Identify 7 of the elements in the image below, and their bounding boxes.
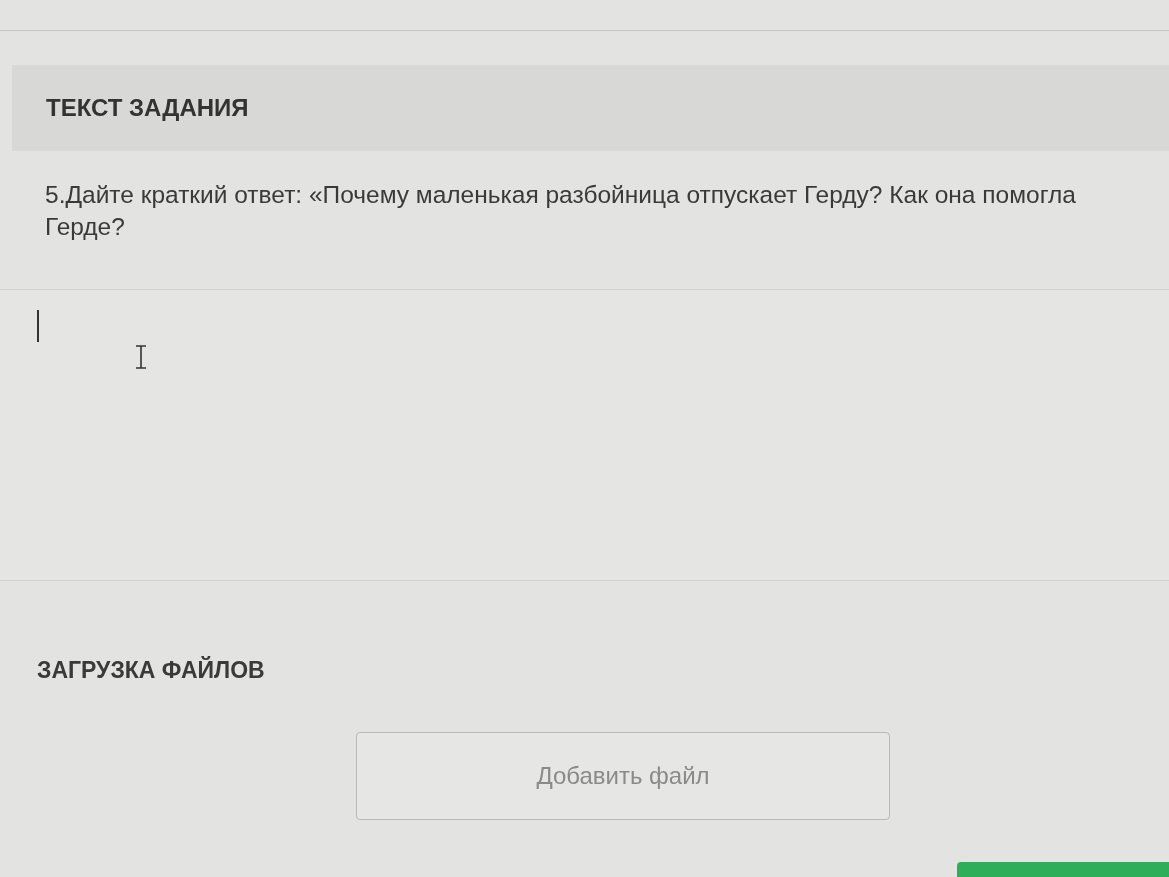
button[interactable]	[957, 862, 1169, 877]
section-title: ТЕКСТ ЗАДАНИЯ	[46, 94, 249, 122]
add-file-button[interactable]: Добавить файл	[356, 732, 890, 820]
answer-field[interactable]	[0, 289, 1169, 581]
text-cursor-icon	[135, 345, 147, 369]
question-text: 5.Дайте краткий ответ: «Почему маленькая разбойница отпускает Герду? Как она помогла Герде?	[45, 180, 1077, 242]
upload-title: ЗАГРУЗКА ФАЙЛОВ	[37, 657, 266, 684]
